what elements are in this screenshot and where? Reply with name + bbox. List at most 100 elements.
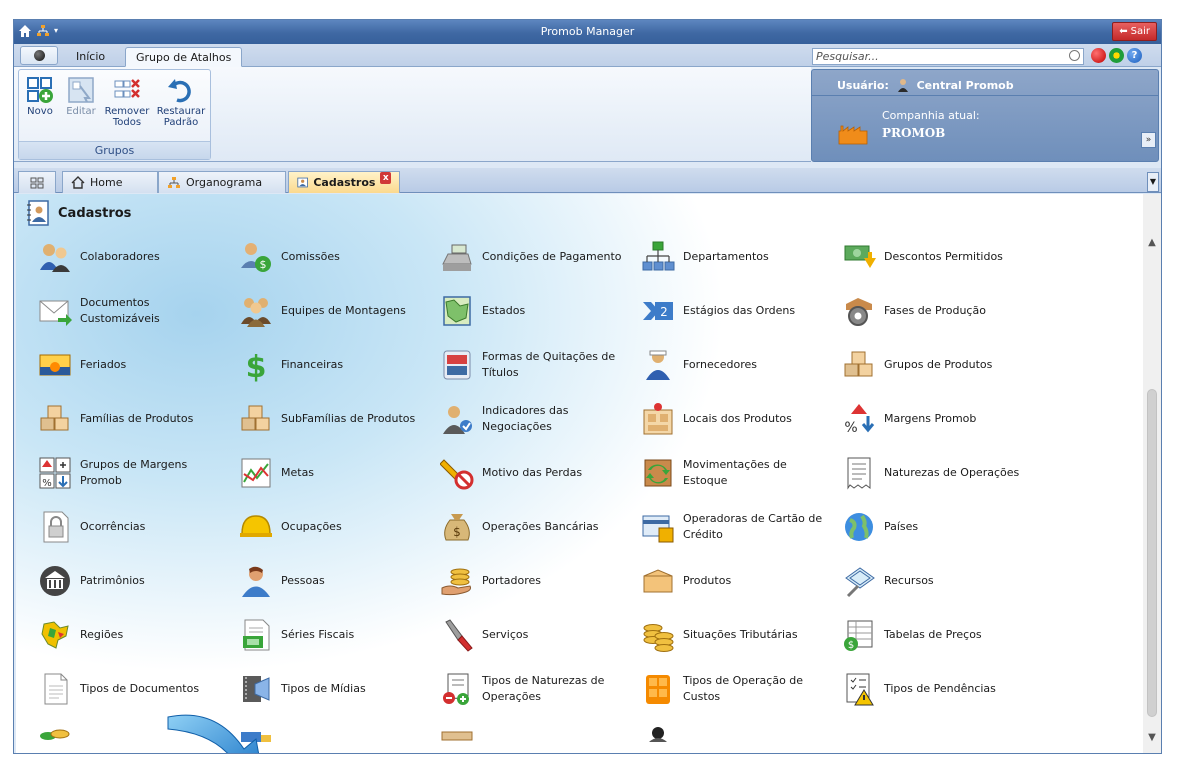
- scroll-thumb[interactable]: [1147, 389, 1157, 717]
- registry-item[interactable]: Pessoas: [239, 554, 440, 608]
- registry-item[interactable]: Situações Tributárias: [641, 608, 842, 662]
- tab-cadastros[interactable]: Cadastros x: [288, 171, 400, 193]
- registry-item[interactable]: $ Comissões: [239, 230, 440, 284]
- new-button[interactable]: Novo: [24, 76, 56, 117]
- registry-item[interactable]: Naturezas de Operações: [842, 446, 1043, 500]
- registry-item[interactable]: Ocupações: [239, 500, 440, 554]
- warehouse-icon: [641, 402, 675, 436]
- registry-item-label: Tipos de Naturezas de Operações: [482, 674, 605, 703]
- registry-item[interactable]: [641, 716, 842, 753]
- registry-item[interactable]: Portadores: [440, 554, 641, 608]
- registry-item[interactable]: Formas de Quitações de Títulos: [440, 338, 641, 392]
- registry-item[interactable]: Departamentos: [641, 230, 842, 284]
- registry-item[interactable]: % Margens Promob: [842, 392, 1043, 446]
- restore-default-label: Restaurar Padrão: [156, 106, 206, 128]
- registry-item-label: Patrimônios: [80, 574, 145, 587]
- stages-icon: 2: [641, 294, 675, 328]
- tab-inicio[interactable]: Início: [66, 47, 115, 67]
- registry-item-label: Feriados: [80, 358, 127, 371]
- tab-home[interactable]: Home: [62, 171, 158, 193]
- registry-item[interactable]: Locais dos Produtos: [641, 392, 842, 446]
- registry-item[interactable]: [440, 716, 641, 753]
- search-input[interactable]: Pesquisar...: [812, 48, 1084, 65]
- application-menu-button[interactable]: [20, 46, 58, 65]
- tab-organograma[interactable]: Organograma: [158, 171, 286, 193]
- money-bag-icon: $: [440, 510, 474, 544]
- restore-default-button[interactable]: Restaurar Padrão: [155, 76, 207, 128]
- registry-item[interactable]: Movimentações de Estoque: [641, 446, 842, 500]
- registry-item[interactable]: Estados: [440, 284, 641, 338]
- svg-text:2: 2: [660, 305, 668, 319]
- registry-item[interactable]: Condições de Pagamento: [440, 230, 641, 284]
- close-tab-button[interactable]: x: [380, 171, 391, 184]
- registry-item[interactable]: Tipos de Operação de Custos: [641, 662, 842, 716]
- tools-icon: [842, 564, 876, 598]
- registry-item[interactable]: Produtos: [641, 554, 842, 608]
- registry-item[interactable]: Operadoras de Cartão de Crédito: [641, 500, 842, 554]
- expand-panel-button[interactable]: »: [1141, 132, 1156, 148]
- registry-item[interactable]: Grupos de Produtos: [842, 338, 1043, 392]
- coin-stack-icon: [641, 618, 675, 652]
- registry-item[interactable]: Tipos de Naturezas de Operações: [440, 662, 641, 716]
- registry-item[interactable]: Fases de Produção: [842, 284, 1043, 338]
- registry-item-label: Grupos de Produtos: [884, 358, 993, 371]
- user-icon: [641, 726, 675, 753]
- registry-item[interactable]: Tipos de Documentos: [38, 662, 239, 716]
- user-label: Usuário:: [837, 79, 889, 92]
- tab-list-button[interactable]: ▼: [1147, 172, 1159, 192]
- registry-item[interactable]: Fornecedores: [641, 338, 842, 392]
- calculator-icon: [641, 672, 675, 706]
- window-title: Promob Manager: [540, 25, 635, 38]
- registry-item[interactable]: Ocorrências: [38, 500, 239, 554]
- registry-item[interactable]: Serviços: [440, 608, 641, 662]
- cadastros-panel: Cadastros Colaboradores $ Comissões Condiçõ…: [16, 194, 1143, 753]
- registry-item[interactable]: Recursos: [842, 554, 1043, 608]
- document-tab-bar: Home Organograma Cadastros x ▼: [14, 168, 1161, 193]
- grid-icon: [30, 177, 44, 188]
- vertical-scrollbar[interactable]: ▲ ▼: [1143, 194, 1161, 753]
- tab-grid-view[interactable]: [18, 171, 56, 193]
- registry-item[interactable]: Colaboradores: [38, 230, 239, 284]
- ribbon-panel: Novo Editar Remover Todos Restaurar Padr…: [14, 67, 811, 162]
- user-panel: Usuário: Central Promob Companhia atual:…: [811, 69, 1159, 162]
- registry-item[interactable]: % Grupos de Margens Promob: [38, 446, 239, 500]
- registry-item[interactable]: $ Tabelas de Preços: [842, 608, 1043, 662]
- exit-arrow-icon: ⬅: [1119, 26, 1128, 37]
- registry-item-label: Pessoas: [281, 574, 325, 587]
- scroll-down-icon[interactable]: ▼: [1143, 729, 1161, 747]
- registry-item[interactable]: Regiões: [38, 608, 239, 662]
- registry-item[interactable]: Patrimônios: [38, 554, 239, 608]
- registry-item[interactable]: Indicadores das Negociações: [440, 392, 641, 446]
- registry-item[interactable]: Países: [842, 500, 1043, 554]
- registry-item[interactable]: Motivo das Perdas: [440, 446, 641, 500]
- edit-button[interactable]: Editar: [65, 76, 97, 117]
- registry-item[interactable]: Metas: [239, 446, 440, 500]
- registry-item[interactable]: Tipos de Mídias: [239, 662, 440, 716]
- tab-organograma-label: Organograma: [186, 175, 263, 189]
- registry-item[interactable]: SubFamílias de Produtos: [239, 392, 440, 446]
- registry-item-label: Estágios das Ordens: [683, 304, 796, 317]
- registry-item[interactable]: Descontos Permitidos: [842, 230, 1043, 284]
- registry-item[interactable]: 2 Estágios das Ordens: [641, 284, 842, 338]
- brazil-flag-icon[interactable]: [1109, 48, 1124, 63]
- registry-item[interactable]: Equipes de Montagens: [239, 284, 440, 338]
- registry-item-label: Produtos: [683, 574, 732, 587]
- search-icon[interactable]: [1069, 50, 1080, 61]
- registry-item[interactable]: Feriados: [38, 338, 239, 392]
- registry-icon: [26, 200, 50, 226]
- registry-item[interactable]: Documentos Customizáveis: [38, 284, 239, 338]
- boxes-icon: [38, 402, 72, 436]
- coins-icon: [38, 726, 72, 753]
- scroll-up-icon[interactable]: ▲: [1143, 234, 1161, 252]
- remove-all-button[interactable]: Remover Todos: [103, 76, 151, 128]
- help-icon[interactable]: ?: [1127, 48, 1142, 63]
- registry-item[interactable]: Famílias de Produtos: [38, 392, 239, 446]
- registry-item[interactable]: $ Operações Bancárias: [440, 500, 641, 554]
- tab-grupo-de-atalhos[interactable]: Grupo de Atalhos: [125, 47, 243, 67]
- status-red-icon[interactable]: [1091, 48, 1106, 63]
- registry-item[interactable]: $ Financeiras: [239, 338, 440, 392]
- registry-item[interactable]: Tipos de Pendências: [842, 662, 1043, 716]
- remove-all-icon: [113, 76, 141, 104]
- exit-button[interactable]: ⬅ Sair: [1112, 22, 1157, 41]
- registry-item[interactable]: Séries Fiscais: [239, 608, 440, 662]
